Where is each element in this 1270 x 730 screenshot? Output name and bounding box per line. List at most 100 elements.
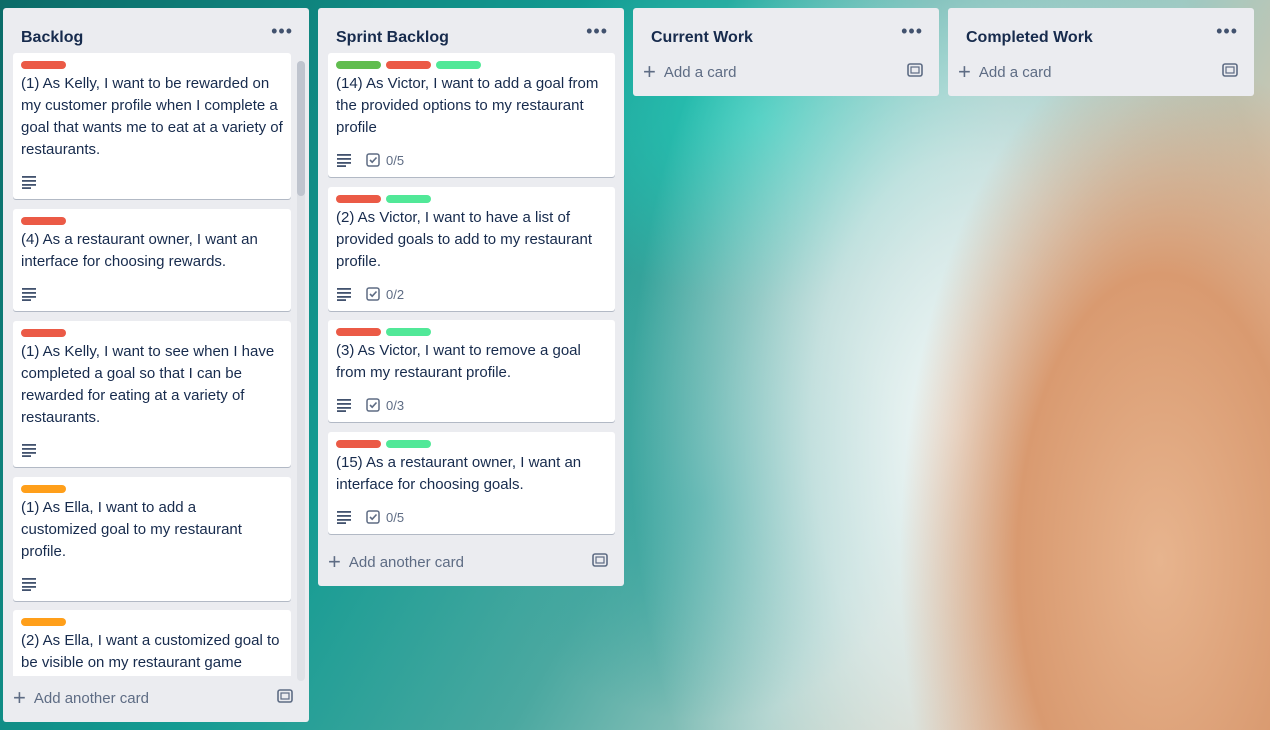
card-labels [21,217,66,225]
card-badges: 0/3 [336,396,404,414]
card-badges: 0/5 [336,508,404,526]
label-light-green [386,328,431,336]
add-card-label: Add another card [33,689,149,707]
description-icon [21,443,37,457]
card-labels [336,328,431,336]
card-badges [21,575,37,593]
description-icon [336,287,352,301]
plus-icon: + [958,59,971,84]
card[interactable]: (2) As Ella, I want a customized goal to… [13,610,291,676]
card-labels [21,61,66,69]
add-card-button[interactable]: + Add another card [328,547,614,577]
checklist-count: 0/2 [386,286,405,302]
card-title: (1) As Kelly, I want to see when I have … [21,343,275,426]
list-header: Sprint Backlog ••• [318,8,624,52]
add-card-button[interactable]: + Add a card [958,57,1244,87]
checklist-icon [366,153,380,167]
checklist-count: 0/5 [386,509,405,525]
list-menu-icon[interactable]: ••• [586,22,608,40]
label-light-green [386,440,431,448]
card-badges [21,285,37,303]
checklist-count: 0/3 [386,397,405,413]
label-red [386,61,431,69]
plus-icon: + [328,549,341,574]
label-orange [21,618,66,626]
card[interactable]: (1) As Kelly, I want to see when I have … [13,321,291,467]
plus-icon: + [643,59,656,84]
list-menu-icon[interactable]: ••• [901,22,923,40]
label-light-green [386,195,431,203]
list-title[interactable]: Current Work [651,29,753,47]
label-green [336,61,381,69]
label-red [336,328,381,336]
card-title: (15) As a restaurant owner, I want an in… [336,454,582,493]
card-badges: 0/5 [336,151,404,169]
list-current-work: Current Work ••• + Add a card [633,8,939,96]
card-scroll-area: (1) As Kelly, I want to be rewarded on m… [3,8,309,676]
card[interactable]: (1) As Kelly, I want to be rewarded on m… [13,53,291,199]
checklist-badge: 0/5 [366,153,404,168]
label-red [21,217,66,225]
card-badges: 0/2 [336,285,404,303]
card[interactable]: (3) As Victor, I want to remove a goal f… [328,320,615,422]
card-template-icon[interactable] [1222,63,1238,81]
label-light-green [436,61,481,69]
card-labels [336,440,431,448]
checklist-count: 0/5 [386,152,405,168]
list-header: Completed Work ••• [948,8,1254,52]
list-completed-work: Completed Work ••• + Add a card [948,8,1254,96]
list-title[interactable]: Completed Work [966,29,1093,47]
card-title: (1) As Ella, I want to add a customized … [21,499,242,560]
card[interactable]: (4) As a restaurant owner, I want an int… [13,209,291,311]
list-title[interactable]: Sprint Backlog [336,29,449,47]
list-sprint-backlog: Sprint Backlog ••• (14) As Victor, I wan… [318,8,624,586]
label-red [336,440,381,448]
card-labels [21,329,66,337]
card-title: (14) As Victor, I want to add a goal fro… [336,75,599,136]
description-icon [21,175,37,189]
list-scrollbar[interactable] [297,61,305,681]
card-template-icon[interactable] [277,689,293,707]
card[interactable]: (1) As Ella, I want to add a customized … [13,477,291,601]
description-icon [336,153,352,167]
card-template-icon[interactable] [907,63,923,81]
card-title: (2) As Ella, I want a customized goal to… [21,632,280,671]
card-badges [21,173,37,191]
description-icon [336,510,352,524]
checklist-badge: 0/2 [366,287,404,302]
description-icon [21,577,37,591]
description-icon [336,398,352,412]
card-title: (4) As a restaurant owner, I want an int… [21,231,258,270]
board: Backlog ••• (1) As Kelly, I want to be r… [0,0,1270,730]
card[interactable]: (14) As Victor, I want to add a goal fro… [328,53,615,177]
label-red [21,61,66,69]
add-card-button[interactable]: + Add another card [13,683,299,713]
checklist-icon [366,398,380,412]
add-card-button[interactable]: + Add a card [643,57,929,87]
list-menu-icon[interactable]: ••• [1216,22,1238,40]
card-labels [21,618,66,626]
card-labels [336,195,431,203]
checklist-badge: 0/3 [366,398,404,413]
card-badges [21,441,37,459]
label-red [336,195,381,203]
card[interactable]: (15) As a restaurant owner, I want an in… [328,432,615,534]
checklist-badge: 0/5 [366,510,404,525]
list-backlog: Backlog ••• (1) As Kelly, I want to be r… [3,8,309,722]
plus-icon: + [13,685,26,710]
add-card-label: Add a card [663,63,737,81]
description-icon [21,287,37,301]
add-card-label: Add another card [348,553,464,571]
card-title: (2) As Victor, I want to have a list of … [336,209,592,270]
card[interactable]: (2) As Victor, I want to have a list of … [328,187,615,311]
label-orange [21,485,66,493]
checklist-icon [366,510,380,524]
card-labels [336,61,481,69]
label-red [21,329,66,337]
card-template-icon[interactable] [592,553,608,571]
add-card-label: Add a card [978,63,1052,81]
card-labels [21,485,66,493]
scrollbar-thumb[interactable] [297,61,305,196]
card-title: (3) As Victor, I want to remove a goal f… [336,342,581,381]
list-header: Current Work ••• [633,8,939,52]
